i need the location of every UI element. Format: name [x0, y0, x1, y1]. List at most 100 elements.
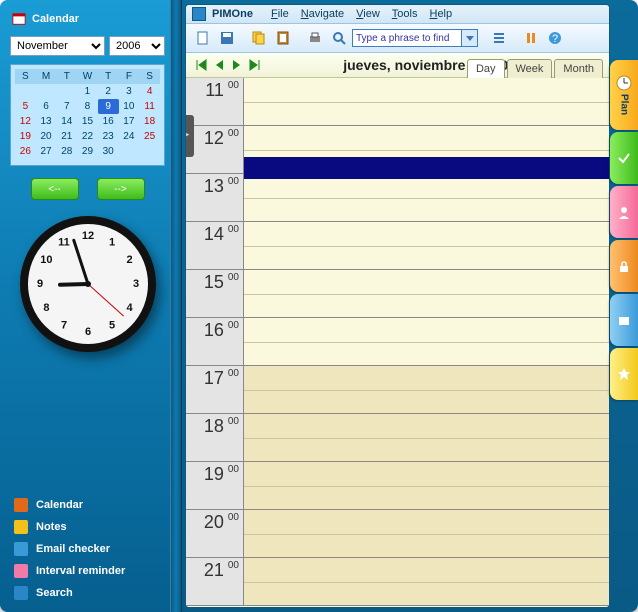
first-day-button[interactable] [192, 56, 210, 74]
hour-row[interactable]: 1400 [186, 222, 609, 270]
sidebar-item-calendar[interactable]: Calendar [8, 494, 167, 516]
sidebar-item-notes[interactable]: Notes [8, 516, 167, 538]
schedule-grid[interactable]: 1100120013001400150016001700180019002000… [186, 78, 609, 607]
hour-row[interactable]: 1600 [186, 318, 609, 366]
hour-slot[interactable] [244, 414, 609, 461]
view-tab-month[interactable]: Month [554, 59, 603, 78]
calendar-day[interactable]: 1 [77, 84, 98, 99]
nav-item-icon [14, 520, 28, 534]
hour-row[interactable]: 2000 [186, 510, 609, 558]
calendar-day[interactable]: 14 [56, 114, 77, 129]
calendar-day[interactable]: 9 [98, 99, 119, 114]
menu-help[interactable]: Help [423, 6, 458, 22]
calendar-day[interactable]: 22 [77, 129, 98, 144]
menu-view[interactable]: View [350, 6, 386, 22]
sidebar-item-search[interactable]: Search [8, 582, 167, 604]
help-button[interactable]: ? [544, 27, 566, 49]
calendar-day[interactable]: 7 [56, 99, 77, 114]
menu-tools[interactable]: Tools [386, 6, 424, 22]
calendar-day[interactable]: 6 [36, 99, 57, 114]
calendar-day[interactable]: 11 [139, 99, 160, 114]
hour-slot[interactable] [244, 318, 609, 365]
calendar-day[interactable]: 20 [36, 129, 57, 144]
calendar-day[interactable]: 10 [119, 99, 140, 114]
hour-row[interactable]: 1700 [186, 366, 609, 414]
hour-slot[interactable] [244, 462, 609, 509]
sidebar-item-interval-reminder[interactable]: Interval reminder [8, 560, 167, 582]
view-tab-week[interactable]: Week [507, 59, 553, 78]
month-nav-buttons: <-- --> [2, 172, 173, 210]
calendar-day[interactable]: 8 [77, 99, 98, 114]
list-view-button[interactable] [488, 27, 510, 49]
next-month-button[interactable]: --> [97, 178, 145, 200]
save-button[interactable] [216, 27, 238, 49]
hour-row[interactable]: 1200 [186, 126, 609, 174]
hour-slot[interactable] [244, 222, 609, 269]
next-day-button[interactable] [228, 56, 246, 74]
find-input[interactable] [352, 29, 462, 47]
prev-day-button[interactable] [210, 56, 228, 74]
hour-slot[interactable] [244, 270, 609, 317]
hour-slot[interactable] [244, 366, 609, 413]
calendar-day[interactable]: 28 [56, 144, 77, 159]
print-button[interactable] [304, 27, 326, 49]
calendar-day[interactable]: 25 [139, 129, 160, 144]
hour-slot[interactable] [244, 558, 609, 605]
calendar-day[interactable]: 30 [98, 144, 119, 159]
calendar-day[interactable]: 15 [77, 114, 98, 129]
calendar-day[interactable]: 16 [98, 114, 119, 129]
calendar-day[interactable]: 4 [139, 84, 160, 99]
calendar-day[interactable]: 12 [15, 114, 36, 129]
year-select[interactable]: 2006 [109, 36, 165, 56]
calendar-day[interactable]: 18 [139, 114, 160, 129]
paste-button[interactable] [272, 27, 294, 49]
month-select[interactable]: November [10, 36, 105, 56]
favorites-tab[interactable] [610, 348, 638, 400]
main-panel: PIMOne FileNavigateViewToolsHelp ? [185, 4, 610, 608]
hour-row[interactable]: 2100 [186, 558, 609, 606]
tasks-tab[interactable] [610, 132, 638, 184]
notes-tab[interactable] [610, 240, 638, 292]
copy-button[interactable] [248, 27, 270, 49]
mail-tab[interactable] [610, 294, 638, 346]
hour-slot[interactable] [244, 78, 609, 125]
calendar-day[interactable]: 29 [77, 144, 98, 159]
view-tab-day[interactable]: Day [467, 59, 505, 78]
calendar-day[interactable]: 3 [119, 84, 140, 99]
hour-slot[interactable] [244, 126, 609, 173]
svg-text:5: 5 [108, 319, 114, 331]
hour-row[interactable]: 1900 [186, 462, 609, 510]
menu-navigate[interactable]: Navigate [295, 6, 350, 22]
calendar-day[interactable]: 13 [36, 114, 57, 129]
calendar-day[interactable]: 26 [15, 144, 36, 159]
calendar-day[interactable]: 19 [15, 129, 36, 144]
calendar-day[interactable]: 24 [119, 129, 140, 144]
last-day-button[interactable] [246, 56, 264, 74]
new-doc-button[interactable] [192, 27, 214, 49]
hour-row[interactable]: 1100 [186, 78, 609, 126]
find-dropdown-button[interactable] [462, 29, 478, 47]
calendar-day[interactable]: 2 [98, 84, 119, 99]
hour-slot[interactable] [244, 174, 609, 221]
calendar-day[interactable]: 5 [15, 99, 36, 114]
collapse-sidebar-handle[interactable] [186, 115, 194, 157]
contacts-tab[interactable] [610, 186, 638, 238]
hour-label: 2000 [186, 510, 244, 557]
find-button[interactable] [328, 27, 350, 49]
hour-slot[interactable] [244, 510, 609, 557]
tools-button[interactable] [520, 27, 542, 49]
calendar-day[interactable]: 17 [119, 114, 140, 129]
hour-row[interactable]: 1300 [186, 174, 609, 222]
hour-row[interactable]: 1500 [186, 270, 609, 318]
calendar-day[interactable]: 21 [56, 129, 77, 144]
sidebar-divider [170, 0, 182, 612]
prev-month-button[interactable]: <-- [31, 178, 79, 200]
calendar-day[interactable]: 27 [36, 144, 57, 159]
weekday-header: W [77, 69, 98, 84]
svg-text:3: 3 [132, 278, 138, 290]
calendar-day[interactable]: 23 [98, 129, 119, 144]
menu-file[interactable]: File [265, 6, 295, 22]
plan-tab[interactable]: Plan [610, 60, 638, 130]
sidebar-item-email-checker[interactable]: Email checker [8, 538, 167, 560]
hour-row[interactable]: 1800 [186, 414, 609, 462]
